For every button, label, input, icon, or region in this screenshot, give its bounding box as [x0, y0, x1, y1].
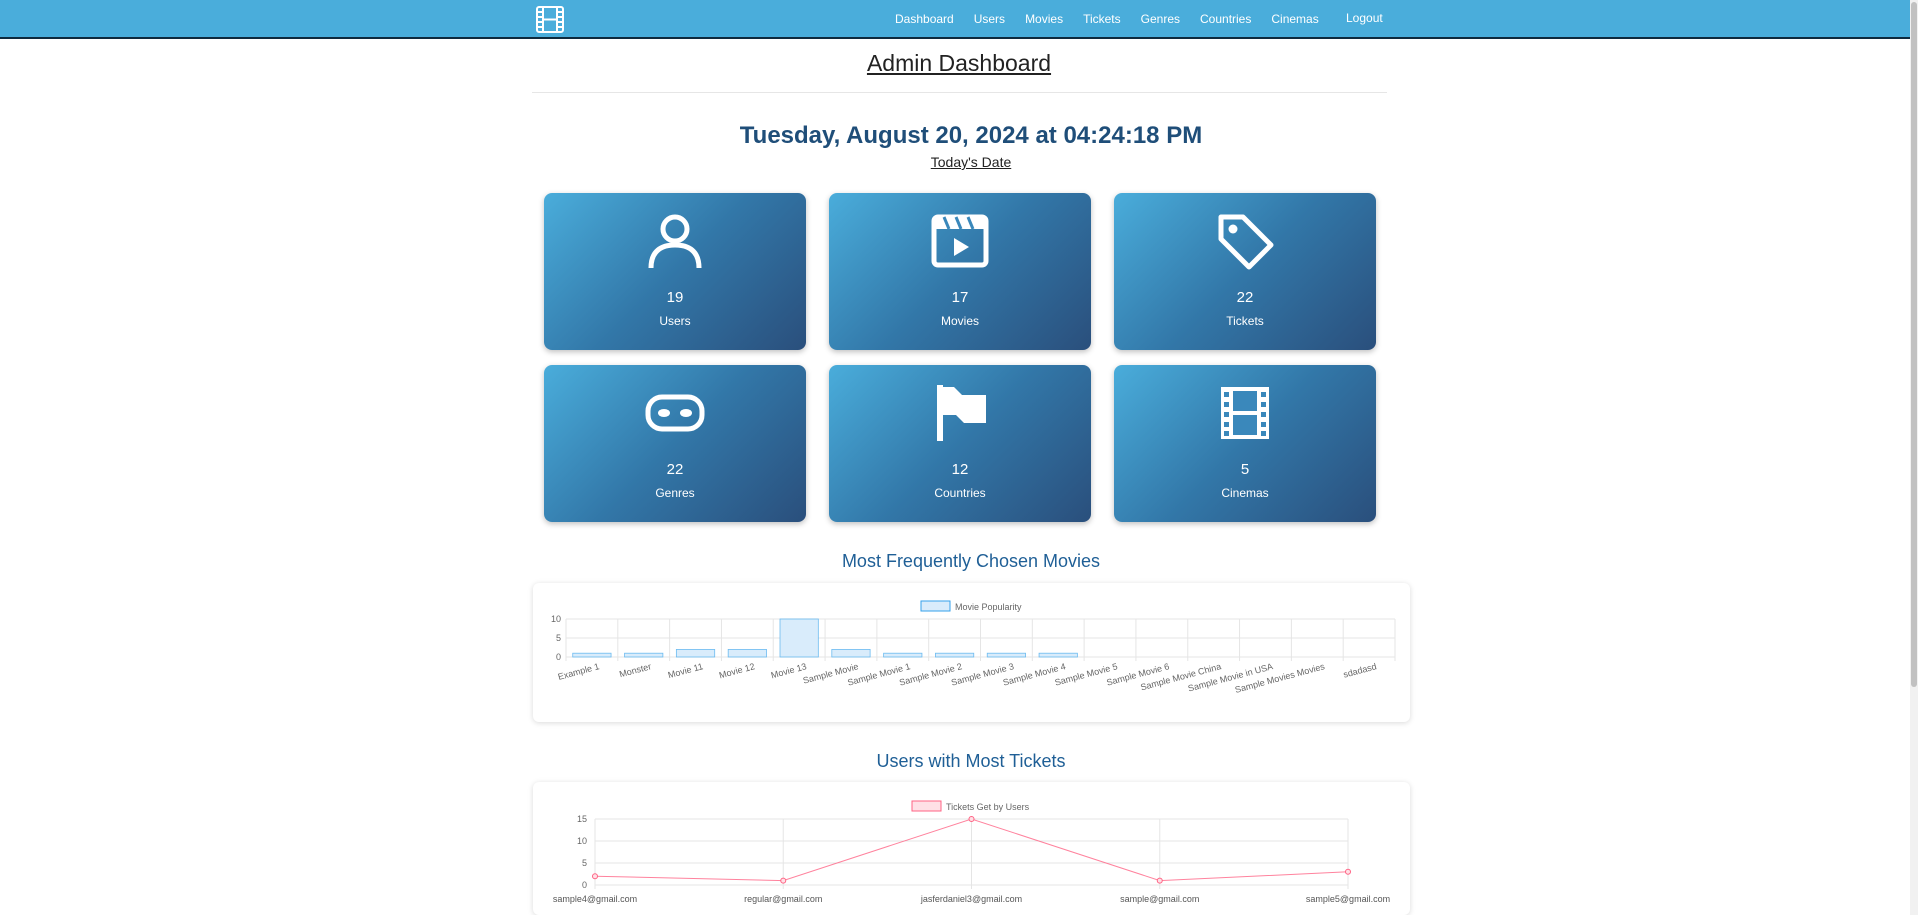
stat-label: Countries	[934, 486, 986, 500]
x-tick-label: regular@gmail.com	[744, 894, 822, 904]
x-tick-label: Monster	[618, 661, 652, 679]
stat-value: 22	[1236, 289, 1254, 306]
stat-label: Users	[659, 314, 691, 328]
y-tick-label: 15	[577, 814, 587, 824]
stat-card-users[interactable]: 19 Users	[544, 193, 806, 350]
tag-icon	[1218, 214, 1274, 270]
x-tick-label: Movie 11	[667, 661, 704, 680]
x-tick-label: sample4@gmail.com	[553, 894, 637, 904]
user-icon	[648, 214, 702, 269]
stat-card-cinemas[interactable]: 5 Cinemas	[1114, 365, 1376, 522]
legend-swatch	[911, 800, 942, 812]
legend-swatch	[920, 600, 951, 612]
bar	[1038, 652, 1078, 658]
flag-icon	[937, 385, 986, 441]
x-tick-label: Movie 12	[718, 661, 756, 680]
y-tick-label: 5	[556, 633, 561, 643]
bar	[779, 618, 819, 658]
film-strip-icon	[1221, 387, 1269, 439]
stat-value: 22	[666, 461, 684, 478]
y-tick-label: 0	[582, 880, 587, 890]
bar	[727, 649, 767, 658]
x-tick-label: sample5@gmail.com	[1306, 894, 1390, 904]
date-caption: Today's Date	[930, 154, 1012, 170]
x-tick-label: jasferdaniel3@gmail.com	[920, 894, 1022, 904]
bar	[831, 649, 871, 658]
scrollbar-thumb[interactable]	[1911, 2, 1917, 687]
stat-label: Cinemas	[1221, 486, 1269, 500]
data-point	[1156, 877, 1163, 884]
stat-value: 12	[951, 461, 969, 478]
bar	[624, 652, 664, 658]
data-point	[592, 873, 598, 880]
bar	[675, 649, 716, 658]
stat-label: Movies	[940, 314, 979, 328]
x-tick-label: Sample Movies Movies	[1234, 661, 1326, 695]
stat-label: Genres	[655, 486, 695, 500]
film-logo-icon[interactable]	[536, 6, 564, 33]
y-tick-label: 10	[577, 836, 587, 846]
navbar: Dashboard Users Movies Tickets Genres Co…	[0, 0, 1918, 39]
nav-tickets[interactable]: Tickets	[1083, 12, 1121, 26]
movies-chart-title: Most Frequently Chosen Movies	[841, 551, 1101, 571]
mask-icon	[645, 394, 705, 432]
nav-cinemas[interactable]: Cinemas	[1271, 12, 1318, 26]
data-point	[1345, 868, 1351, 875]
y-tick-label: 10	[551, 614, 561, 624]
users-chart-panel: Tickets Get by Users 15 10 5 0 sample4@gmail.…	[533, 782, 1410, 915]
bar	[935, 652, 975, 658]
stat-label: Tickets	[1226, 314, 1264, 328]
nav-dashboard[interactable]: Dashboard	[895, 12, 954, 26]
y-tick-label: 0	[556, 652, 561, 662]
stat-card-countries[interactable]: 12 Countries	[829, 365, 1091, 522]
bar	[986, 652, 1026, 658]
legend-label: Movie Popularity	[955, 602, 1022, 612]
page-title: Admin Dashboard	[866, 50, 1052, 76]
x-tick-label: Example 1	[557, 661, 601, 682]
users-line-chart: Tickets Get by Users 15 10 5 0 sample4@gmail.…	[553, 800, 1390, 904]
bar	[883, 652, 923, 658]
y-tick-label: 5	[582, 858, 587, 868]
current-datetime: Tuesday, August 20, 2024 at 04:24:18 PM	[739, 122, 1203, 149]
nav-genres[interactable]: Genres	[1141, 12, 1180, 26]
stat-card-genres[interactable]: 22 Genres	[544, 365, 806, 522]
data-point	[968, 816, 975, 822]
movies-chart-panel: Movie Popularity 10 5 0 Example 1 Monster Movi…	[533, 583, 1410, 722]
legend-label: Tickets Get by Users	[946, 802, 1030, 812]
stat-value: 17	[951, 289, 969, 306]
stat-card-movies[interactable]: 17 Movies	[829, 193, 1091, 350]
nav-links: Dashboard Users Movies Tickets Genres Co…	[895, 0, 1339, 37]
stat-card-tickets[interactable]: 22 Tickets	[1114, 193, 1376, 350]
nav-movies[interactable]: Movies	[1025, 12, 1063, 26]
divider	[532, 92, 1387, 93]
nav-countries[interactable]: Countries	[1200, 12, 1251, 26]
movies-bar-chart: Movie Popularity 10 5 0Example 1 Monster Movi…	[551, 600, 1396, 695]
clapperboard-icon	[931, 214, 989, 268]
bar	[572, 652, 612, 658]
stat-value: 5	[1240, 461, 1250, 478]
users-chart-title: Users with Most Tickets	[876, 751, 1066, 771]
x-tick-label: sample@gmail.com	[1120, 894, 1199, 904]
stat-value: 19	[666, 289, 684, 306]
logout-link[interactable]: Logout	[1346, 11, 1383, 25]
x-tick-label: sdadasd	[1342, 661, 1377, 679]
data-point	[780, 877, 787, 884]
nav-users[interactable]: Users	[974, 12, 1005, 26]
